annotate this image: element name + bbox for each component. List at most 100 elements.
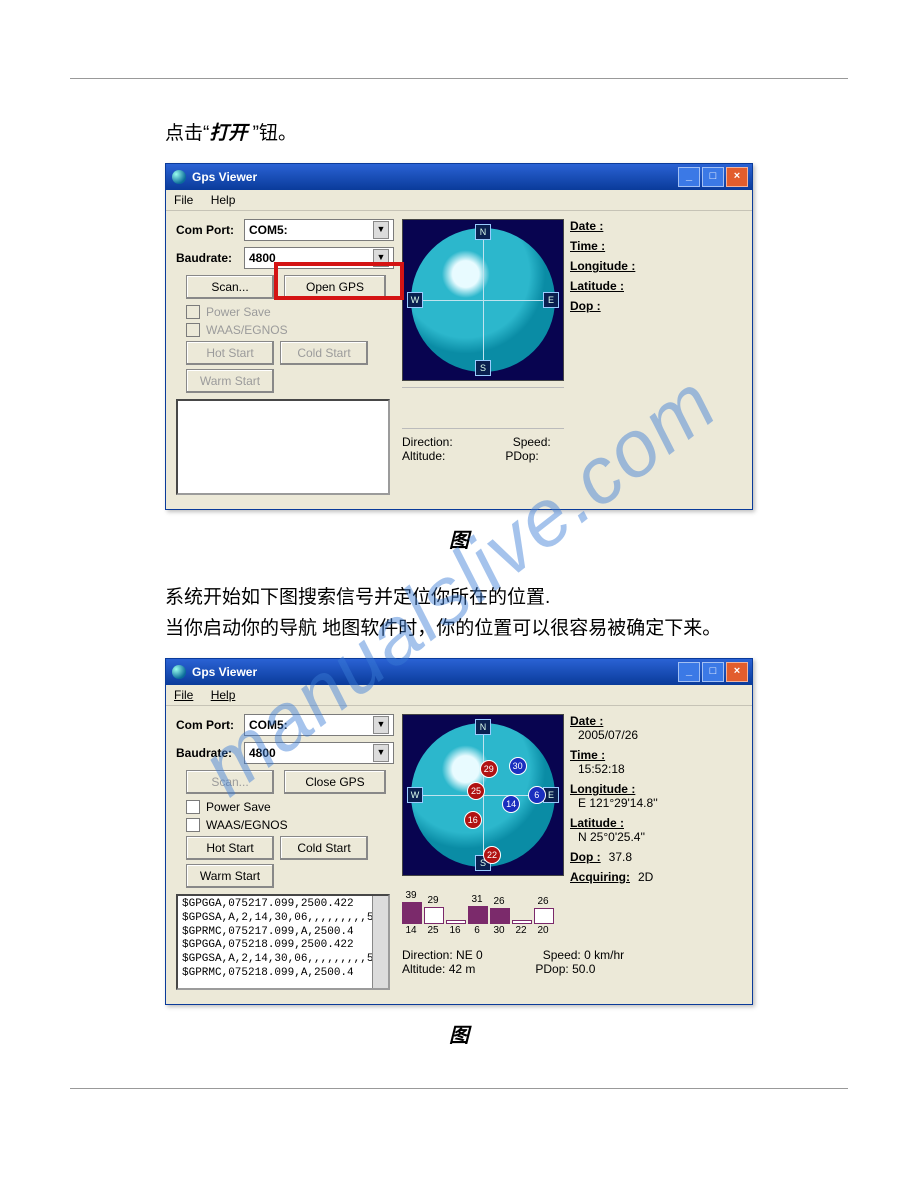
waas-egnos-checkbox[interactable]: WAAS/EGNOS <box>186 818 394 832</box>
bar-top-value: 39 <box>402 890 420 901</box>
longitude-label: Longitude : <box>570 259 635 273</box>
app-icon <box>172 665 186 679</box>
power-save-checkbox: Power Save <box>186 305 394 319</box>
checkbox-icon <box>186 800 200 814</box>
chevron-down-icon[interactable]: ▼ <box>373 249 389 267</box>
app-icon <box>172 170 186 184</box>
chevron-down-icon[interactable]: ▼ <box>373 744 389 762</box>
titlebar[interactable]: Gps Viewer _ □ × <box>166 659 752 685</box>
right-pane: N S W E 2930251461622 Date :2005/07/26 T… <box>402 714 742 990</box>
chevron-down-icon[interactable]: ▼ <box>373 716 389 734</box>
top-rule <box>70 78 848 79</box>
menu-file[interactable]: File <box>174 688 193 702</box>
window-title: Gps Viewer <box>192 170 257 184</box>
satellite-marker: 30 <box>509 757 527 775</box>
warm-start-button: Warm Start <box>186 369 274 393</box>
date-value: 2005/07/26 <box>578 728 742 742</box>
dop-label: Dop : <box>570 299 601 313</box>
mid-line-2: 当你启动你的导航 地图软件时，你的位置可以很容易被确定下来。 <box>165 614 808 644</box>
warm-start-button[interactable]: Warm Start <box>186 864 274 888</box>
checkbox-icon <box>186 305 200 319</box>
minimize-button[interactable]: _ <box>678 167 700 187</box>
bar-bottom-value: 16 <box>446 925 464 936</box>
intro-suffix: ”钮。 <box>253 123 297 144</box>
baudrate-label: Baudrate: <box>176 746 238 760</box>
nmea-line: $GPGGA,075218.099,2500.422 <box>182 939 384 953</box>
checkbox-icon <box>186 323 200 337</box>
bar-bottom-value: 22 <box>512 925 530 936</box>
hot-start-button[interactable]: Hot Start <box>186 836 274 860</box>
right-pane: N S W E Direction: Speed: Altitude: <box>402 219 742 495</box>
close-button[interactable]: × <box>726 662 748 682</box>
satellite-marker: 29 <box>480 760 498 778</box>
baudrate-combo[interactable]: 4800 ▼ <box>244 247 394 269</box>
power-save-checkbox[interactable]: Power Save <box>186 800 394 814</box>
nmea-output[interactable]: $GPGGA,075217.099,2500.422$GPGSA,A,2,14,… <box>176 894 390 990</box>
client-area: Com Port: COM5: ▼ Baudrate: 4800 ▼ Scan.… <box>166 211 752 509</box>
com-port-combo[interactable]: COM5: ▼ <box>244 714 394 736</box>
bottom-info: Direction: NE 0 Speed: 0 km/hr Altitude:… <box>402 948 742 976</box>
dop-label: Dop : <box>570 850 601 864</box>
satellite-marker: 6 <box>528 786 546 804</box>
com-port-label: Com Port: <box>176 223 238 237</box>
dir-e-label: E <box>543 292 559 308</box>
menu-file[interactable]: File <box>174 193 193 207</box>
bar-top-value: 26 <box>490 896 508 907</box>
longitude-label: Longitude : <box>570 782 635 796</box>
figure-caption-1: 图 <box>70 524 848 553</box>
date-label: Date : <box>570 714 603 728</box>
close-gps-button[interactable]: Close GPS <box>284 770 386 794</box>
intro-line: 点击“打开 ”钮。 <box>165 119 808 149</box>
dir-w-label: W <box>407 787 423 803</box>
bar-top-value: 26 <box>534 896 552 907</box>
menu-help[interactable]: Help <box>211 193 236 207</box>
signal-bar: 316 <box>468 894 486 936</box>
bar-bottom-value: 20 <box>534 925 552 936</box>
cold-start-button[interactable]: Cold Start <box>280 836 368 860</box>
signal-bar: 2630 <box>490 896 508 936</box>
nmea-line: $GPGSA,A,2,14,30,06,,,,,,,,,50. <box>182 912 384 926</box>
dir-w-label: W <box>407 292 423 308</box>
altitude-value: 42 m <box>449 962 476 976</box>
left-pane: Com Port: COM5: ▼ Baudrate: 4800 ▼ Scan.… <box>176 219 394 495</box>
intro-bold: 打开 <box>209 123 247 144</box>
maximize-button[interactable]: □ <box>702 167 724 187</box>
baudrate-value: 4800 <box>249 251 276 265</box>
signal-bar: 16 <box>446 919 464 936</box>
direction-label: Direction: <box>402 435 453 449</box>
dir-n-label: N <box>475 719 491 735</box>
speed-value: 0 km/hr <box>584 948 624 962</box>
baudrate-combo[interactable]: 4800 ▼ <box>244 742 394 764</box>
close-button[interactable]: × <box>726 167 748 187</box>
time-label: Time : <box>570 239 605 253</box>
latitude-label: Latitude : <box>570 816 624 830</box>
date-label: Date : <box>570 219 603 233</box>
pdop-value: 50.0 <box>572 962 595 976</box>
menu-bar: File Help <box>166 190 752 211</box>
scan-button[interactable]: Scan... <box>186 275 274 299</box>
chevron-down-icon[interactable]: ▼ <box>373 221 389 239</box>
signal-bars-empty <box>402 387 564 429</box>
speed-label: Speed: <box>513 435 551 449</box>
mid-line-1: 系统开始如下图搜索信号并定位你所在的位置. <box>165 583 808 613</box>
scrollbar[interactable] <box>372 896 388 988</box>
latitude-label: Latitude : <box>570 279 624 293</box>
direction-label: Direction: <box>402 948 453 962</box>
minimize-button[interactable]: _ <box>678 662 700 682</box>
nmea-line: $GPGGA,075217.099,2500.422 <box>182 898 384 912</box>
menu-help[interactable]: Help <box>211 688 236 702</box>
latitude-value: N 25°0'25.4'' <box>578 830 742 844</box>
waas-label: WAAS/EGNOS <box>206 323 288 337</box>
signal-bar: 3914 <box>402 890 420 936</box>
open-gps-button[interactable]: Open GPS <box>284 275 386 299</box>
com-port-combo[interactable]: COM5: ▼ <box>244 219 394 241</box>
nmea-output[interactable] <box>176 399 390 495</box>
left-pane: Com Port: COM5: ▼ Baudrate: 4800 ▼ Scan.… <box>176 714 394 990</box>
satellite-marker: 16 <box>464 811 482 829</box>
titlebar[interactable]: Gps Viewer _ □ × <box>166 164 752 190</box>
pdop-label: PDop: <box>505 449 538 463</box>
cold-start-button: Cold Start <box>280 341 368 365</box>
maximize-button[interactable]: □ <box>702 662 724 682</box>
nmea-line: $GPGSA,A,2,14,30,06,,,,,,,,,50. <box>182 953 384 967</box>
satellite-sky-plot: N S W E <box>402 219 564 381</box>
